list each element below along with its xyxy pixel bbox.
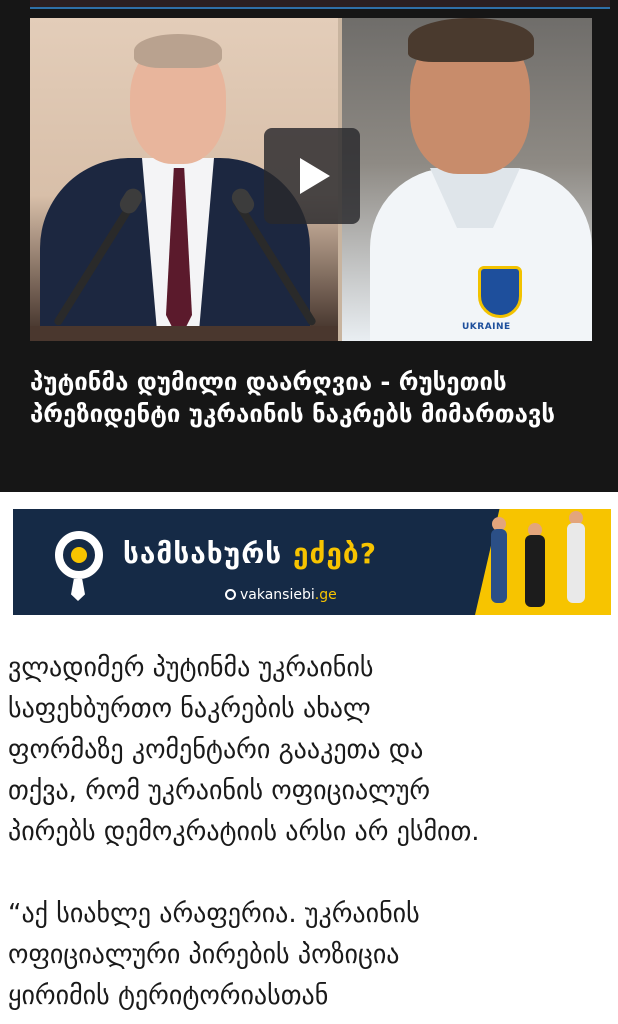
- illustration-person-icon: [567, 523, 585, 603]
- illustration-person-icon: [491, 529, 507, 603]
- banner-headline-accent: ეძებ?: [292, 537, 377, 570]
- trident-crest-icon: [478, 266, 522, 318]
- previous-item-strip: [0, 0, 618, 14]
- brand-pin-icon: [225, 589, 236, 600]
- banner-headline-main: სამსახურს: [123, 537, 293, 570]
- banner-brand: vakansiebi.ge: [225, 587, 337, 603]
- video-thumbnail[interactable]: UKRAINE: [30, 18, 592, 341]
- video-title[interactable]: პუტინმა დუმილი დაარღვია - რუსეთის პრეზიდ…: [30, 366, 590, 430]
- brand-name: vakansiebi: [240, 587, 315, 603]
- previous-thumbnail-edge: [30, 0, 610, 9]
- article-paragraph: “აქ სიახლე არაფერია. უკრაინის ოფიციალური…: [8, 899, 420, 1011]
- illustration-person-icon: [525, 535, 545, 607]
- play-icon: [300, 158, 330, 194]
- jersey-text: UKRAINE: [462, 322, 511, 332]
- article-paragraph: ვლადიმერ პუტინმა უკრაინის საფეხბურთო ნაკ…: [8, 653, 480, 847]
- job-search-ad-banner[interactable]: სამსახურს ეძებ? vakansiebi.ge: [13, 509, 611, 615]
- banner-headline: სამსახურს ეძებ?: [123, 537, 377, 570]
- podium: [30, 326, 340, 341]
- brand-tld: .ge: [314, 587, 337, 603]
- article-body: ვლადიმერ პუტინმა უკრაინის საფეხბურთო ნაკ…: [8, 648, 612, 1017]
- video-card[interactable]: UKRAINE პუტინმა დუმილი დაარღვია - რუსეთი…: [0, 14, 618, 492]
- play-button[interactable]: [264, 128, 360, 224]
